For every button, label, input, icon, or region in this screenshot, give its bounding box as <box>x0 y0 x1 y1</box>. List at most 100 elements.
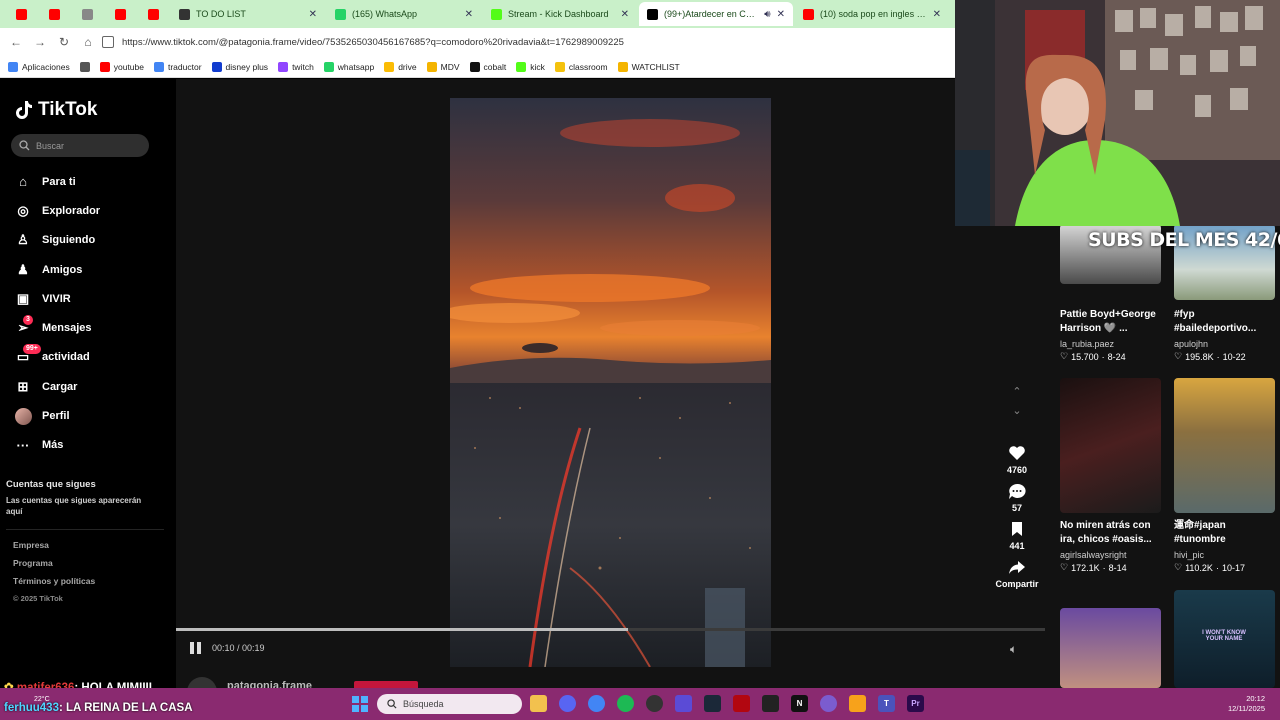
chrome-icon[interactable] <box>588 695 605 712</box>
bookmark-label: Aplicaciones <box>22 61 70 72</box>
app-icon-2[interactable] <box>820 695 837 712</box>
close-icon[interactable]: ✕ <box>309 9 317 20</box>
related-card[interactable]: 運命#japan #tunombre hivi_pic ♡ 110.2K · 10-1… <box>1174 378 1275 573</box>
sidebar-item[interactable]: ⌂ Para ti <box>14 167 100 196</box>
bookmark-icon <box>469 61 480 72</box>
app-icon[interactable] <box>675 695 692 712</box>
video-player[interactable] <box>450 98 771 667</box>
webcam-overlay <box>955 0 1280 226</box>
sidebar-item[interactable]: ▣ VIVIR <box>14 284 100 313</box>
search-box[interactable] <box>11 134 149 157</box>
author-avatar[interactable] <box>187 677 217 688</box>
reload-icon[interactable]: ↻ <box>54 32 74 52</box>
sidebar-item[interactable]: ➢ 3 Mensajes <box>14 313 100 342</box>
site-info-icon[interactable] <box>102 36 114 48</box>
footer-link-empresa[interactable]: Empresa <box>13 540 95 558</box>
system-clock[interactable]: 20:12 12/11/2025 <box>1228 694 1265 714</box>
volume-icon[interactable]: 🔈︎ <box>1010 642 1017 657</box>
youtube-icon <box>148 8 159 20</box>
related-likes: 15.700 <box>1071 351 1099 362</box>
notion-icon[interactable]: N <box>791 695 808 712</box>
meta-separator: · <box>1102 562 1106 573</box>
sidebar-item[interactable]: Perfil <box>14 401 100 430</box>
close-icon[interactable]: ✕ <box>933 9 941 20</box>
related-thumbnail <box>1174 378 1275 513</box>
comment-button[interactable]: 57 <box>995 481 1039 513</box>
browser-tab[interactable]: (165) WhatsApp ✕ <box>327 2 481 26</box>
sidebar-item[interactable]: ♙ Siguiendo <box>14 226 100 255</box>
like-count: 4760 <box>1006 465 1028 475</box>
footer-link-terms[interactable]: Términos y políticas <box>13 576 95 594</box>
spotify-icon[interactable] <box>617 695 634 712</box>
bookmark-item[interactable]: traductor <box>153 61 202 72</box>
netflix-icon[interactable] <box>733 695 750 712</box>
youtube-icon <box>115 8 126 20</box>
browser-tab[interactable] <box>105 2 136 26</box>
bookmark-item[interactable]: MDV <box>426 61 460 72</box>
browser-tab[interactable] <box>6 2 37 26</box>
related-card[interactable]: No miren atrás con ira, chicos #oasis...… <box>1060 378 1161 573</box>
bookmark-button[interactable]: 441 <box>995 519 1039 551</box>
footer-link-programa[interactable]: Programa <box>13 558 95 576</box>
capcut-icon[interactable] <box>762 695 779 712</box>
bookmark-item[interactable]: disney plus <box>211 61 268 72</box>
sidebar-item-label: Explorador <box>42 204 101 217</box>
browser-tab[interactable]: Stream - Kick Dashboard ✕ <box>483 2 637 26</box>
windows-start-icon[interactable] <box>352 696 368 712</box>
bookmark-item[interactable] <box>79 61 90 72</box>
bookmark-item[interactable]: whatsapp <box>323 61 374 72</box>
premiere-pro-icon[interactable]: Pr <box>907 695 924 712</box>
close-icon[interactable]: ✕ <box>621 9 629 20</box>
browser-tab[interactable] <box>138 2 169 26</box>
bookmark-item[interactable]: twitch <box>278 61 314 72</box>
back-icon[interactable]: ← <box>6 32 26 52</box>
tab-audio-icon[interactable]: 🔊︎ <box>764 9 770 20</box>
thumbnail-text: I WON'T KNOW YOUR NAME <box>1202 630 1246 642</box>
forward-icon[interactable]: → <box>30 32 50 52</box>
pause-icon[interactable] <box>190 642 202 654</box>
like-button[interactable]: 4760 <box>995 443 1039 475</box>
bookmark-item[interactable]: cobalt <box>469 61 506 72</box>
discord-icon[interactable] <box>559 695 576 712</box>
related-card[interactable]: I WON'T KNOW YOUR NAME <box>1174 590 1275 688</box>
video-progress-bar[interactable] <box>176 628 1045 631</box>
sidebar-item[interactable]: ♟ Amigos <box>14 255 100 284</box>
chevron-up-icon[interactable]: ⌃ <box>1009 385 1025 398</box>
url-field[interactable]: https://www.tiktok.com/@patagonia.frame/… <box>102 31 951 53</box>
browser-tab[interactable]: TO DO LIST ✕ <box>171 2 325 26</box>
close-icon[interactable]: ✕ <box>777 9 785 20</box>
obs-icon[interactable] <box>646 695 663 712</box>
home-browser-icon[interactable]: ⌂ <box>78 32 98 52</box>
bookmark-item[interactable]: kick <box>516 61 545 72</box>
bookmark-icon <box>554 61 565 72</box>
close-icon[interactable]: ✕ <box>465 9 473 20</box>
clock-date: 12/11/2025 <box>1228 704 1265 713</box>
chevron-down-icon[interactable]: ⌄ <box>1009 404 1025 417</box>
follow-button[interactable] <box>354 681 418 688</box>
bookmark-icon <box>8 61 18 72</box>
teams-icon[interactable]: T <box>878 695 895 712</box>
browser-tab[interactable] <box>39 2 70 26</box>
browser-tab[interactable]: (99+)Atardecer en Comodoro 🔊︎ ✕ <box>639 2 793 26</box>
related-card[interactable] <box>1060 608 1161 688</box>
share-button[interactable]: Compartir <box>995 557 1039 589</box>
file-explorer-icon[interactable] <box>530 695 547 712</box>
bookmark-item[interactable]: youtube <box>99 61 144 72</box>
sidebar-item[interactable]: ··· Más <box>14 431 100 460</box>
taskbar-search[interactable]: Búsqueda <box>377 694 522 714</box>
fl-studio-icon[interactable] <box>849 695 866 712</box>
bookmark-item[interactable]: classroom <box>554 61 608 72</box>
browser-tab[interactable]: (10) soda pop en ingles - You ✕ <box>795 2 949 26</box>
sidebar-item[interactable]: ⊞ Cargar <box>14 372 100 401</box>
bookmark-item[interactable]: drive <box>384 61 417 72</box>
tiktok-logo[interactable]: TikTok <box>15 99 97 121</box>
notion-icon <box>179 8 190 20</box>
bookmark-item[interactable]: Aplicaciones <box>8 61 70 72</box>
author-name[interactable]: patagonia.frame <box>227 680 312 688</box>
bookmark-item[interactable]: WATCHLIST <box>617 61 680 72</box>
sidebar-item[interactable]: ◎ Explorador <box>14 196 100 225</box>
sidebar-item[interactable]: ▭ 99+ actividad <box>14 343 100 372</box>
steam-icon[interactable] <box>704 695 721 712</box>
browser-tab[interactable] <box>72 2 103 26</box>
search-input[interactable] <box>36 140 136 151</box>
